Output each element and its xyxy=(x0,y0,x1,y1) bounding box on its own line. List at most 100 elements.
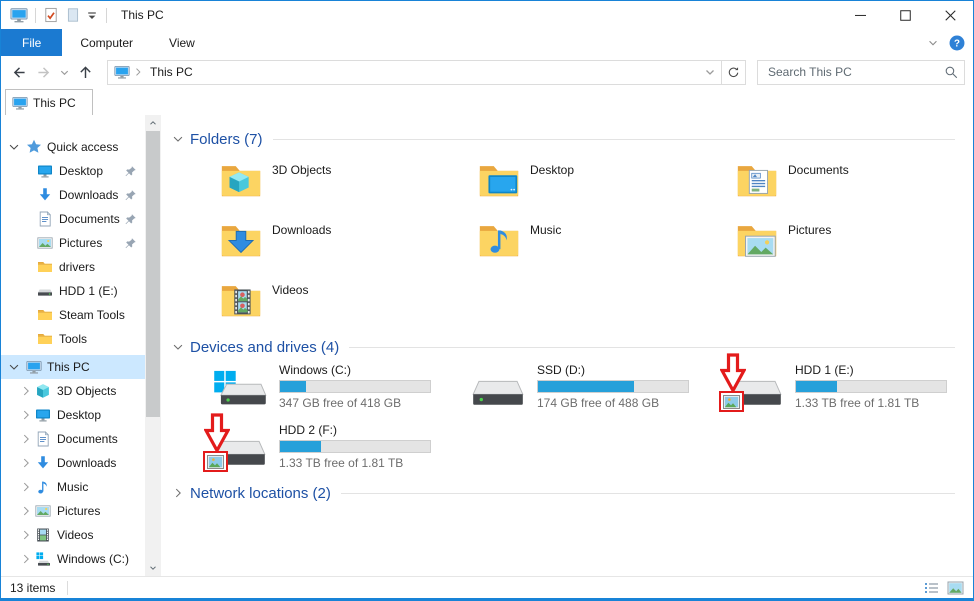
search-input[interactable] xyxy=(766,64,944,80)
desktop-icon xyxy=(37,163,53,179)
recent-locations-dropdown[interactable] xyxy=(59,67,70,78)
up-button[interactable] xyxy=(77,64,94,81)
sidebar-item-desktop[interactable]: Desktop xyxy=(1,159,145,183)
scroll-down-button[interactable] xyxy=(145,560,161,576)
scrollbar-thumb[interactable] xyxy=(146,131,160,417)
folder-tile-downloads[interactable]: Downloads xyxy=(183,215,441,275)
folder-tile-music[interactable]: Music xyxy=(441,215,699,275)
new-folder-quick-icon[interactable] xyxy=(65,7,81,23)
group-header-folders[interactable]: Folders (7) xyxy=(171,129,963,149)
large-icons-view-button[interactable] xyxy=(947,580,964,596)
close-button[interactable] xyxy=(928,1,973,29)
chevron-right-icon[interactable] xyxy=(19,552,33,566)
chevron-right-icon[interactable] xyxy=(19,528,33,542)
chevron-down-icon[interactable] xyxy=(171,132,185,146)
sidebar-item-pictures[interactable]: Pictures xyxy=(1,231,145,255)
group-title: Folders (7) xyxy=(190,131,263,148)
sidebar-section-quick-access[interactable]: Quick access xyxy=(1,135,145,159)
title-bar: This PC xyxy=(1,1,973,29)
help-icon[interactable]: ? xyxy=(949,35,965,51)
chevron-right-icon[interactable] xyxy=(19,384,33,398)
film-icon xyxy=(35,527,51,543)
sidebar-item-documents[interactable]: Documents xyxy=(1,427,145,451)
customize-qat-dropdown-icon[interactable] xyxy=(85,8,99,22)
sidebar-item-hdd-1-e[interactable]: HDD 1 (E:) xyxy=(1,279,145,303)
star-icon xyxy=(26,139,42,155)
chevron-right-icon[interactable] xyxy=(19,480,33,494)
drive-tile-ssd-d[interactable]: SSD (D:)174 GB free of 488 GB xyxy=(441,361,699,421)
sidebar-item-label: Tools xyxy=(59,332,87,346)
pin-icon xyxy=(124,213,137,226)
minimize-icon xyxy=(855,10,866,21)
drive-icon xyxy=(213,369,267,411)
capacity-bar xyxy=(279,380,431,393)
sidebar-item-music[interactable]: Music xyxy=(1,475,145,499)
properties-quick-icon[interactable] xyxy=(43,7,59,23)
drive-info: HDD 2 (F:)1.33 TB free of 1.81 TB xyxy=(279,421,431,481)
sidebar-scrollbar[interactable] xyxy=(145,115,161,576)
drive-icon-wrap xyxy=(213,421,269,475)
sidebar-item-drivers[interactable]: drivers xyxy=(1,255,145,279)
chevron-right-icon[interactable] xyxy=(19,456,33,470)
ribbon-tab-view[interactable]: View xyxy=(151,29,213,56)
sidebar-item-3d-objects[interactable]: 3D Objects xyxy=(1,379,145,403)
sidebar-item-pictures[interactable]: Pictures xyxy=(1,499,145,523)
drive-tile-hdd-2-f[interactable]: HDD 2 (F:)1.33 TB free of 1.81 TB xyxy=(183,421,441,481)
forward-button[interactable] xyxy=(35,64,52,81)
ribbon-tab-file[interactable]: File xyxy=(1,29,62,56)
details-view-button[interactable] xyxy=(923,580,940,596)
group-header-devices-and-drives[interactable]: Devices and drives (4) xyxy=(171,337,963,357)
sidebar-item-tools[interactable]: Tools xyxy=(1,327,145,351)
sidebar-item-downloads[interactable]: Downloads xyxy=(1,183,145,207)
red-arrow-annotation xyxy=(204,413,230,453)
folder-tile-3d-objects[interactable]: 3D Objects xyxy=(183,155,441,215)
folder-tile-videos[interactable]: Videos xyxy=(183,275,441,335)
sidebar-item-documents[interactable]: Documents xyxy=(1,207,145,231)
back-arrow-icon xyxy=(11,64,28,81)
folder-tile-desktop[interactable]: Desktop xyxy=(441,155,699,215)
folder-icon xyxy=(37,331,53,347)
search-box[interactable] xyxy=(757,60,965,85)
group-header-network-locations[interactable]: Network locations (2) xyxy=(171,483,963,503)
chevron-down-icon[interactable] xyxy=(171,340,185,354)
explorer-tab-this-pc[interactable]: This PC xyxy=(5,89,93,115)
sidebar-item-steam-tools[interactable]: Steam Tools xyxy=(1,303,145,327)
sidebar-item-windows-c[interactable]: Windows (C:) xyxy=(1,547,145,571)
address-dropdown[interactable] xyxy=(699,66,721,78)
chevron-down-icon[interactable] xyxy=(7,140,21,154)
minimize-button[interactable] xyxy=(838,1,883,29)
maximize-button[interactable] xyxy=(883,1,928,29)
search-icon[interactable] xyxy=(944,65,958,79)
scroll-up-button[interactable] xyxy=(145,115,161,131)
chevron-right-icon[interactable] xyxy=(19,408,33,422)
collapse-ribbon-chevron-icon[interactable] xyxy=(927,37,939,49)
group-title: Network locations (2) xyxy=(190,485,331,502)
ribbon-tab-computer[interactable]: Computer xyxy=(62,29,151,56)
folder-tile-documents[interactable]: Documents xyxy=(699,155,957,215)
folder-tile-pictures[interactable]: Pictures xyxy=(699,215,957,275)
breadcrumb-chevron-icon[interactable] xyxy=(132,66,144,78)
chevron-right-icon[interactable] xyxy=(19,504,33,518)
maximize-icon xyxy=(900,10,911,21)
drive-info: Windows (C:)347 GB free of 418 GB xyxy=(279,361,431,421)
chevron-right-icon[interactable] xyxy=(19,432,33,446)
back-button[interactable] xyxy=(11,64,28,81)
sidebar-item-label: Downloads xyxy=(57,456,116,470)
breadcrumb[interactable]: This PC xyxy=(150,65,193,79)
sidebar-item-label: Pictures xyxy=(59,236,102,250)
chevron-down-icon[interactable] xyxy=(7,360,21,374)
sidebar-item-label: Pictures xyxy=(57,504,100,518)
sidebar-item-desktop[interactable]: Desktop xyxy=(1,403,145,427)
chevron-right-icon[interactable] xyxy=(171,486,185,500)
drive-icon-wrap xyxy=(729,361,785,415)
computer-icon xyxy=(114,64,130,80)
sidebar-item-downloads[interactable]: Downloads xyxy=(1,451,145,475)
drive-tile-windows-c[interactable]: Windows (C:)347 GB free of 418 GB xyxy=(183,361,441,421)
address-bar[interactable]: This PC xyxy=(107,60,722,85)
folder-tile-label: Pictures xyxy=(788,223,831,237)
sidebar-item-label: Windows (C:) xyxy=(57,552,129,566)
sidebar-section-this-pc[interactable]: This PC xyxy=(1,355,145,379)
drive-tile-hdd-1-e[interactable]: HDD 1 (E:)1.33 TB free of 1.81 TB xyxy=(699,361,957,421)
refresh-button[interactable] xyxy=(722,60,746,85)
sidebar-item-videos[interactable]: Videos xyxy=(1,523,145,547)
